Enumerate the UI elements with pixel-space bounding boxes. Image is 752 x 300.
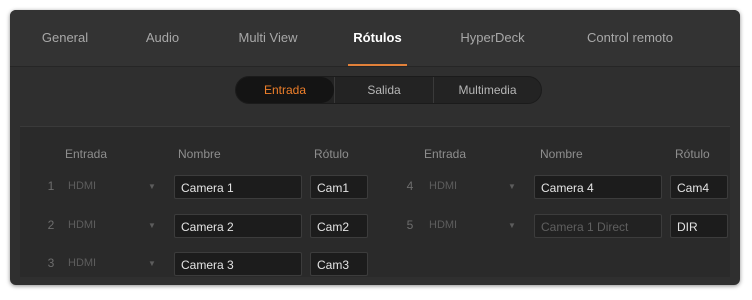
chevron-down-icon[interactable]: ▼	[148, 259, 156, 268]
chevron-down-icon[interactable]: ▼	[508, 221, 516, 230]
settings-window: General Audio Multi View Rótulos HyperDe…	[10, 10, 740, 285]
source-select[interactable]: HDMI	[68, 257, 96, 269]
segment-entrada[interactable]: Entrada	[236, 77, 334, 103]
tab-bar: General Audio Multi View Rótulos HyperDe…	[10, 10, 740, 67]
chevron-down-icon[interactable]: ▼	[508, 182, 516, 191]
name-field-placeholder[interactable]: Camera 1 Direct	[534, 214, 662, 238]
row-number: 4	[406, 179, 414, 193]
header-rotulo-right: Rótulo	[675, 147, 710, 161]
label-field[interactable]: Cam1	[310, 175, 368, 199]
labels-panel	[20, 126, 730, 277]
label-field[interactable]: Cam4	[670, 175, 728, 199]
name-field[interactable]: Camera 1	[174, 175, 302, 199]
header-entrada-left: Entrada	[65, 147, 108, 161]
row-number: 2	[47, 218, 55, 232]
row-number: 3	[47, 256, 55, 270]
label-type-switch: Entrada Salida Multimedia	[235, 76, 542, 104]
tab-audio[interactable]: Audio	[135, 10, 190, 66]
tab-multi-view[interactable]: Multi View	[228, 10, 308, 66]
header-nombre-left: Nombre	[178, 147, 221, 161]
header-rotulo-left: Rótulo	[314, 147, 349, 161]
tab-hyperdeck[interactable]: HyperDeck	[450, 10, 535, 66]
source-select[interactable]: HDMI	[429, 180, 457, 192]
header-nombre-right: Nombre	[540, 147, 583, 161]
source-select[interactable]: HDMI	[68, 219, 96, 231]
source-select[interactable]: HDMI	[429, 219, 457, 231]
name-field[interactable]: Camera 2	[174, 214, 302, 238]
tab-general[interactable]: General	[30, 10, 100, 66]
row-number: 1	[47, 179, 55, 193]
chevron-down-icon[interactable]: ▼	[148, 182, 156, 191]
segment-multimedia[interactable]: Multimedia	[434, 77, 541, 103]
tab-rotulos[interactable]: Rótulos	[340, 10, 415, 66]
row-number: 5	[406, 218, 414, 232]
name-field[interactable]: Camera 3	[174, 252, 302, 276]
tab-control-remoto[interactable]: Control remoto	[575, 10, 685, 66]
label-field[interactable]: DIR	[670, 214, 728, 238]
label-field[interactable]: Cam3	[310, 252, 368, 276]
segment-salida[interactable]: Salida	[334, 77, 434, 103]
source-select[interactable]: HDMI	[68, 180, 96, 192]
label-field[interactable]: Cam2	[310, 214, 368, 238]
chevron-down-icon[interactable]: ▼	[148, 221, 156, 230]
header-entrada-right: Entrada	[424, 147, 467, 161]
name-field[interactable]: Camera 4	[534, 175, 662, 199]
